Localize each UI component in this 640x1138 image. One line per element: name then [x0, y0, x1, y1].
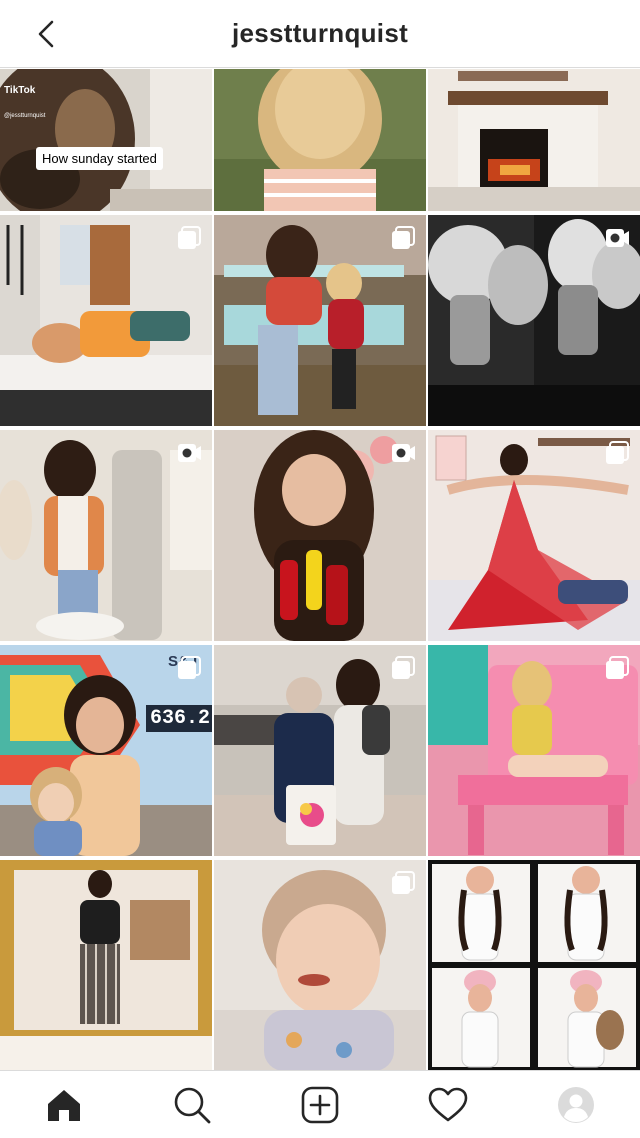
tiktok-handle: @jesstturnquist	[4, 113, 46, 119]
carousel-icon	[392, 656, 415, 679]
post-thumbnail	[0, 860, 212, 1071]
post-tile-carousel[interactable]	[214, 645, 426, 856]
post-tile-carousel[interactable]	[214, 860, 426, 1071]
heart-icon	[428, 1087, 468, 1121]
post-tile-video[interactable]	[0, 430, 212, 641]
tab-activity[interactable]	[420, 1077, 476, 1133]
tiktok-label: TikTok	[4, 85, 36, 96]
carousel-icon	[392, 226, 415, 249]
tab-new-post[interactable]	[292, 1077, 348, 1133]
profile-username-title: jesstturnquist	[231, 18, 409, 48]
post-thumbnail	[214, 69, 426, 211]
post-thumbnail	[428, 860, 640, 1071]
post-thumbnail	[428, 69, 640, 211]
post-tile-carousel[interactable]	[214, 215, 426, 426]
post-tile-video[interactable]	[214, 430, 426, 641]
video-icon	[606, 229, 629, 247]
post-tile-carousel[interactable]	[428, 430, 640, 641]
post-tile-carousel[interactable]: S&J 636.2	[0, 645, 212, 856]
post-tile[interactable]	[428, 860, 640, 1071]
post-tile[interactable]	[0, 860, 212, 1071]
post-tile-video[interactable]	[428, 215, 640, 426]
post-caption: How sunday started	[36, 147, 163, 170]
post-tile[interactable]	[428, 69, 640, 211]
search-icon	[174, 1087, 211, 1123]
carousel-icon	[606, 656, 629, 679]
add-post-icon	[301, 1086, 339, 1123]
carousel-icon	[178, 226, 201, 249]
video-icon	[178, 444, 201, 462]
tab-search[interactable]	[164, 1077, 220, 1133]
home-icon	[48, 1089, 80, 1121]
post-tile[interactable]	[214, 69, 426, 211]
post-grid: TikTok @jesstturnquist How sunday starte…	[0, 69, 640, 1071]
post-tile-carousel[interactable]	[0, 215, 212, 426]
post-tile-carousel[interactable]	[428, 645, 640, 856]
sign-text: 636.2	[146, 705, 212, 732]
post-tile-reel[interactable]: TikTok @jesstturnquist How sunday starte…	[0, 69, 212, 211]
carousel-icon	[392, 871, 415, 894]
avatar-icon	[558, 1086, 594, 1123]
tab-home[interactable]	[36, 1077, 92, 1133]
profile-header: jesstturnquist	[0, 0, 640, 68]
video-icon	[392, 444, 415, 462]
carousel-icon	[606, 441, 629, 464]
carousel-icon	[178, 656, 201, 679]
bottom-tab-bar	[0, 1070, 640, 1138]
tab-profile[interactable]	[548, 1077, 604, 1133]
